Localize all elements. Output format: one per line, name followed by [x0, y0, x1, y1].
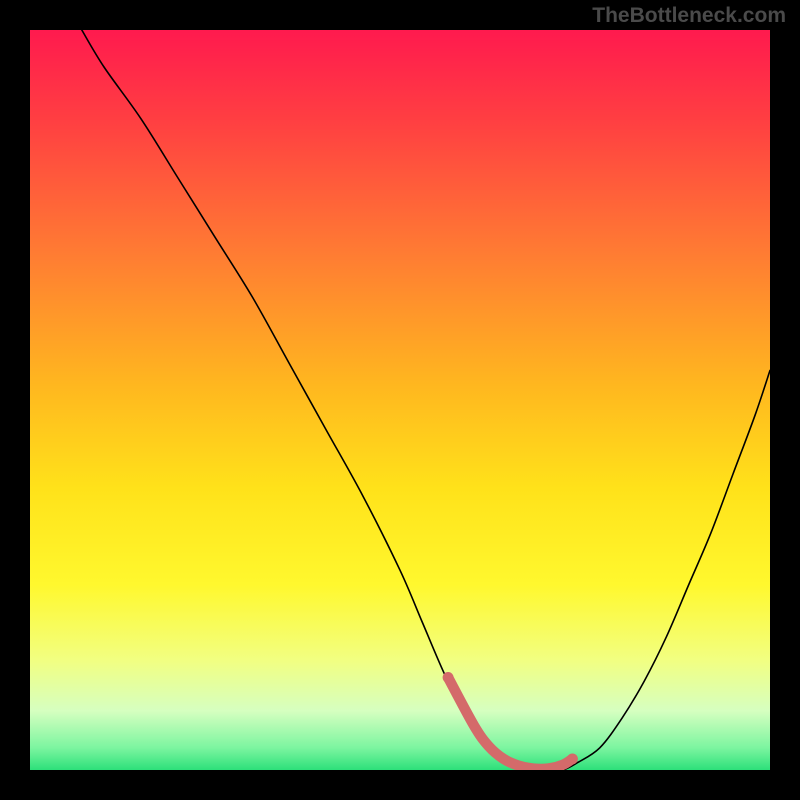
bottleneck-chart [30, 30, 770, 770]
highlight-end-dot [443, 672, 454, 683]
highlight-end-dot [567, 753, 578, 764]
chart-svg [30, 30, 770, 770]
chart-background [30, 30, 770, 770]
attribution-label: TheBottleneck.com [592, 4, 786, 28]
